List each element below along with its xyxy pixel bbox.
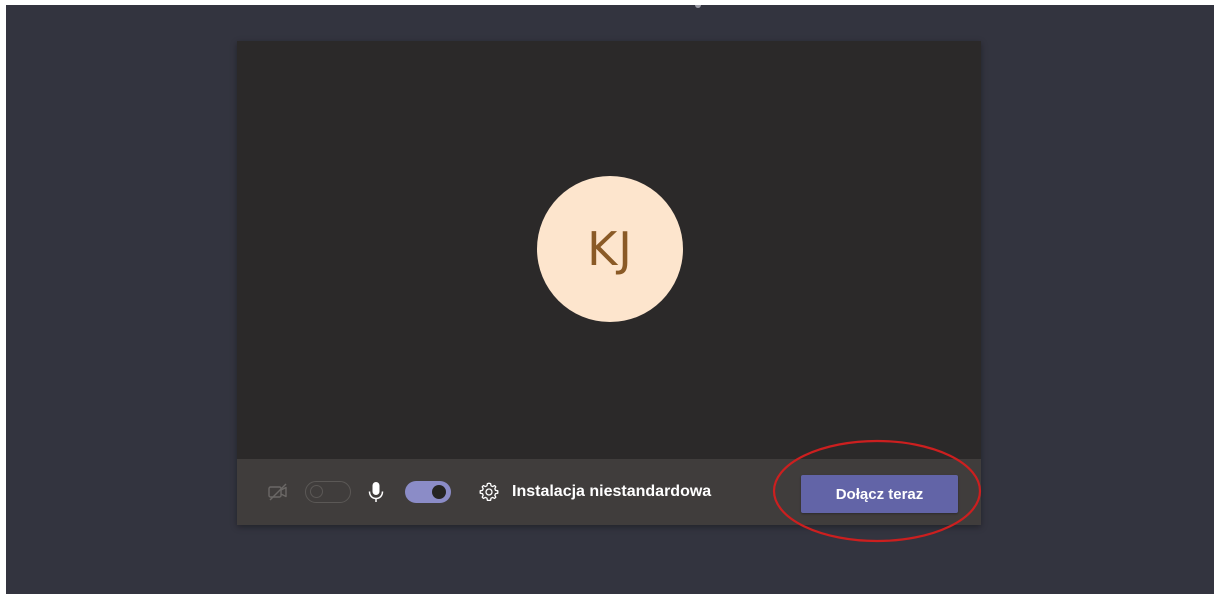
microphone-toggle[interactable] (405, 481, 451, 503)
camera-toggle-knob (310, 485, 323, 498)
top-indicator (695, 5, 701, 8)
custom-setup-link[interactable]: Instalacja niestandardowa (512, 479, 711, 505)
app-background: KJ Instalacja niestandardowa Dołącz tera… (6, 5, 1214, 594)
gear-icon[interactable] (477, 480, 501, 504)
join-now-button[interactable]: Dołącz teraz (801, 475, 958, 513)
microphone-icon (365, 480, 387, 504)
microphone-toggle-knob (432, 485, 446, 499)
camera-toggle[interactable] (305, 481, 351, 503)
camera-off-icon (267, 481, 289, 503)
device-controls-bar: Instalacja niestandardowa Dołącz teraz (237, 459, 981, 525)
avatar-initials: KJ (587, 222, 633, 276)
prejoin-card: KJ Instalacja niestandardowa Dołącz tera… (237, 41, 981, 525)
video-preview: KJ (237, 41, 981, 459)
avatar: KJ (537, 176, 683, 322)
